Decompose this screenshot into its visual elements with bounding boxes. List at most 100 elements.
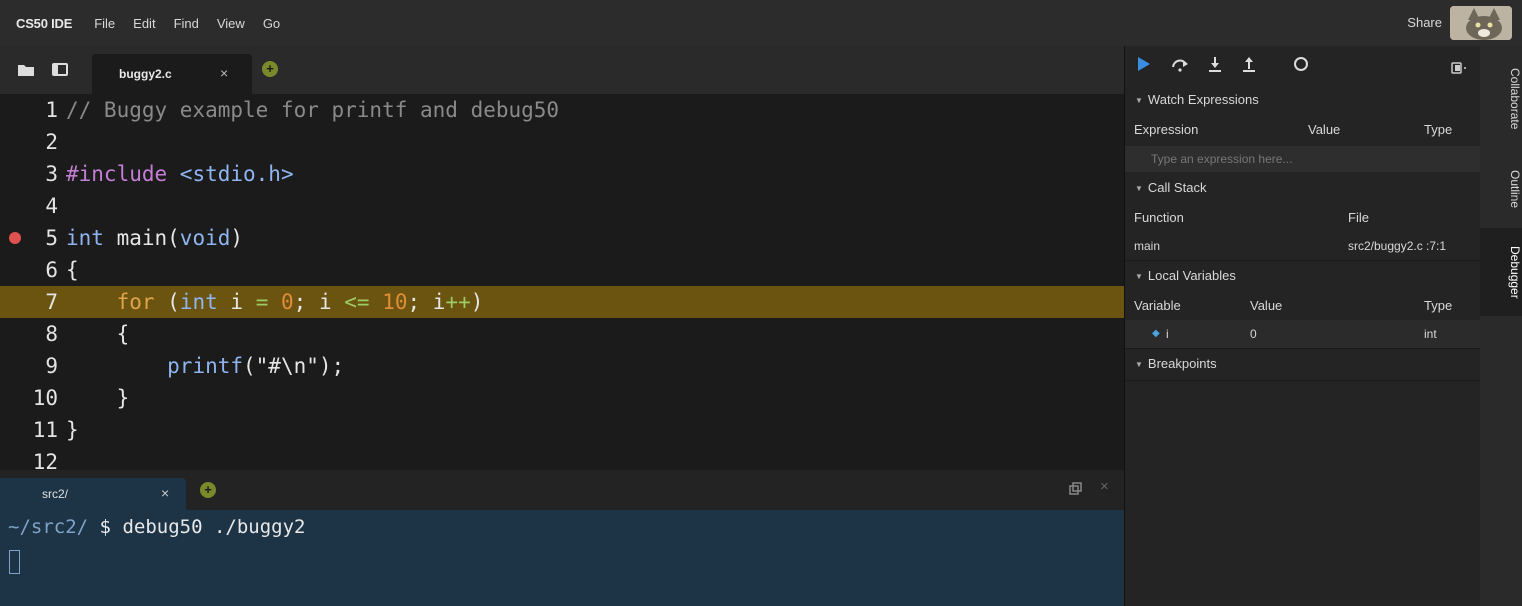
watch-expression-input[interactable]: Type an expression here... — [1125, 146, 1481, 172]
close-icon[interactable]: × — [220, 65, 228, 81]
code-line[interactable]: 5 int main(void) — [0, 222, 1124, 254]
code-line[interactable]: 12 — [0, 446, 1124, 470]
line-number[interactable]: 5 — [0, 222, 58, 254]
call-stack-row[interactable]: main src2/buggy2.c :7:1 — [1125, 232, 1481, 260]
code-line[interactable]: 2 — [0, 126, 1124, 158]
close-icon[interactable]: × — [161, 485, 169, 501]
line-number[interactable]: 1 — [0, 94, 58, 126]
menu-find[interactable]: Find — [174, 16, 199, 31]
line-number[interactable]: 3 — [0, 158, 58, 190]
code-token: ; i — [407, 290, 446, 314]
code-line-current[interactable]: 7 for (int i = 0; i <= 10; i++) — [0, 286, 1124, 318]
call-stack-title: Call Stack — [1147, 180, 1207, 195]
line-number[interactable]: 10 — [0, 382, 58, 414]
code-line[interactable]: 10 } — [0, 382, 1124, 414]
code-editor[interactable]: 1 // Buggy example for printf and debug50… — [0, 94, 1124, 470]
code-token: { — [66, 258, 79, 282]
code-line[interactable]: 11} — [0, 414, 1124, 446]
local-variable-row[interactable]: ◆ i 0 int — [1125, 320, 1481, 348]
line-number[interactable]: 4 — [0, 190, 58, 222]
stop-icon[interactable] — [1293, 56, 1309, 77]
code-token: = — [255, 290, 269, 314]
panel-menu-icon[interactable] — [1451, 58, 1467, 79]
col-value[interactable]: Value — [1308, 116, 1340, 144]
code-token: ) — [230, 226, 244, 250]
variable-value: 0 — [1250, 327, 1257, 341]
call-stack-header[interactable]: ▼ Call Stack — [1125, 174, 1481, 202]
divider — [1125, 260, 1481, 261]
avatar[interactable] — [1450, 6, 1512, 40]
code-text: int main(void) — [66, 222, 243, 254]
frame-file: src2/buggy2.c :7:1 — [1348, 239, 1447, 253]
line-number[interactable]: 11 — [0, 414, 58, 446]
collapse-triangle-icon: ▼ — [1135, 95, 1143, 105]
step-over-icon[interactable] — [1171, 56, 1189, 77]
folder-icon[interactable] — [18, 63, 34, 81]
col-type[interactable]: Type — [1424, 292, 1452, 320]
terminal-dollar: $ — [99, 516, 111, 538]
step-into-icon[interactable] — [1207, 56, 1223, 77]
code-text: for (int i = 0; i <= 10; i++) — [66, 286, 484, 318]
line-number[interactable]: 12 — [0, 446, 58, 470]
breakpoints-header[interactable]: ▼ Breakpoints — [1125, 350, 1481, 378]
debugger-panel: ▼ Watch Expressions Expression Value Type… — [1124, 46, 1481, 606]
add-tab-icon[interactable]: + — [262, 61, 278, 77]
col-type[interactable]: Type — [1424, 116, 1452, 144]
divider — [1125, 380, 1481, 381]
app-brand[interactable]: CS50 IDE — [16, 16, 72, 31]
menu-go[interactable]: Go — [263, 16, 280, 31]
terminal-prompt: ~/src2/ $ debug50 ./buggy2 — [8, 516, 305, 538]
watch-expressions-header[interactable]: ▼ Watch Expressions — [1125, 86, 1481, 114]
collapse-triangle-icon: ▼ — [1135, 359, 1143, 369]
menu-view[interactable]: View — [217, 16, 245, 31]
close-panel-icon[interactable]: × — [1100, 478, 1109, 495]
code-token: printf — [167, 354, 244, 378]
resume-icon[interactable] — [1137, 56, 1151, 77]
share-button[interactable]: Share — [1407, 15, 1442, 30]
code-token: <stdio.h> — [179, 162, 294, 186]
code-token: ("#\n"); — [243, 354, 345, 378]
code-token: 0 — [281, 290, 294, 314]
col-function[interactable]: Function — [1134, 204, 1184, 232]
step-out-icon[interactable] — [1241, 56, 1257, 77]
code-line[interactable]: 9 printf("#\n"); — [0, 350, 1124, 382]
tab-label: buggy2.c — [119, 67, 172, 81]
terminal[interactable]: ~/src2/ $ debug50 ./buggy2 — [0, 510, 1124, 606]
line-number[interactable]: 7 — [0, 286, 58, 318]
col-expression[interactable]: Expression — [1134, 116, 1198, 144]
maximize-icon[interactable] — [1068, 482, 1082, 501]
code-line[interactable]: 6{ — [0, 254, 1124, 286]
line-number[interactable]: 2 — [0, 126, 58, 158]
tab-collaborate[interactable]: Collaborate — [1480, 54, 1522, 144]
code-line[interactable]: 4 — [0, 190, 1124, 222]
menu-file[interactable]: File — [94, 16, 115, 31]
code-token: ) — [470, 290, 484, 314]
code-token: ( — [154, 290, 180, 314]
divider — [1125, 348, 1481, 349]
local-variables-header[interactable]: ▼ Local Variables — [1125, 262, 1481, 290]
variable-diamond-icon: ◆ — [1152, 328, 1160, 339]
line-number[interactable]: 8 — [0, 318, 58, 350]
tab-terminal-src2[interactable]: src2/ × — [0, 478, 186, 510]
code-token: #include — [66, 162, 180, 186]
code-token: } — [66, 386, 130, 410]
tab-outline[interactable]: Outline — [1480, 154, 1522, 224]
collapse-triangle-icon: ▼ — [1135, 271, 1143, 281]
files-panel-icon[interactable] — [52, 63, 68, 81]
add-terminal-icon[interactable]: + — [200, 482, 216, 498]
menu-edit[interactable]: Edit — [133, 16, 155, 31]
code-line[interactable]: 8 { — [0, 318, 1124, 350]
line-number[interactable]: 6 — [0, 254, 58, 286]
tab-buggy2-c[interactable]: buggy2.c × — [92, 54, 252, 94]
watch-expressions-title: Watch Expressions — [1147, 92, 1259, 107]
col-file[interactable]: File — [1348, 204, 1369, 232]
tab-debugger[interactable]: Debugger — [1480, 228, 1522, 316]
code-line[interactable]: 1 // Buggy example for printf and debug50 — [0, 94, 1124, 126]
col-variable[interactable]: Variable — [1134, 292, 1181, 320]
terminal-cursor — [9, 550, 20, 574]
code-line[interactable]: 3 #include <stdio.h> — [0, 158, 1124, 190]
col-value[interactable]: Value — [1250, 292, 1282, 320]
line-number[interactable]: 9 — [0, 350, 58, 382]
